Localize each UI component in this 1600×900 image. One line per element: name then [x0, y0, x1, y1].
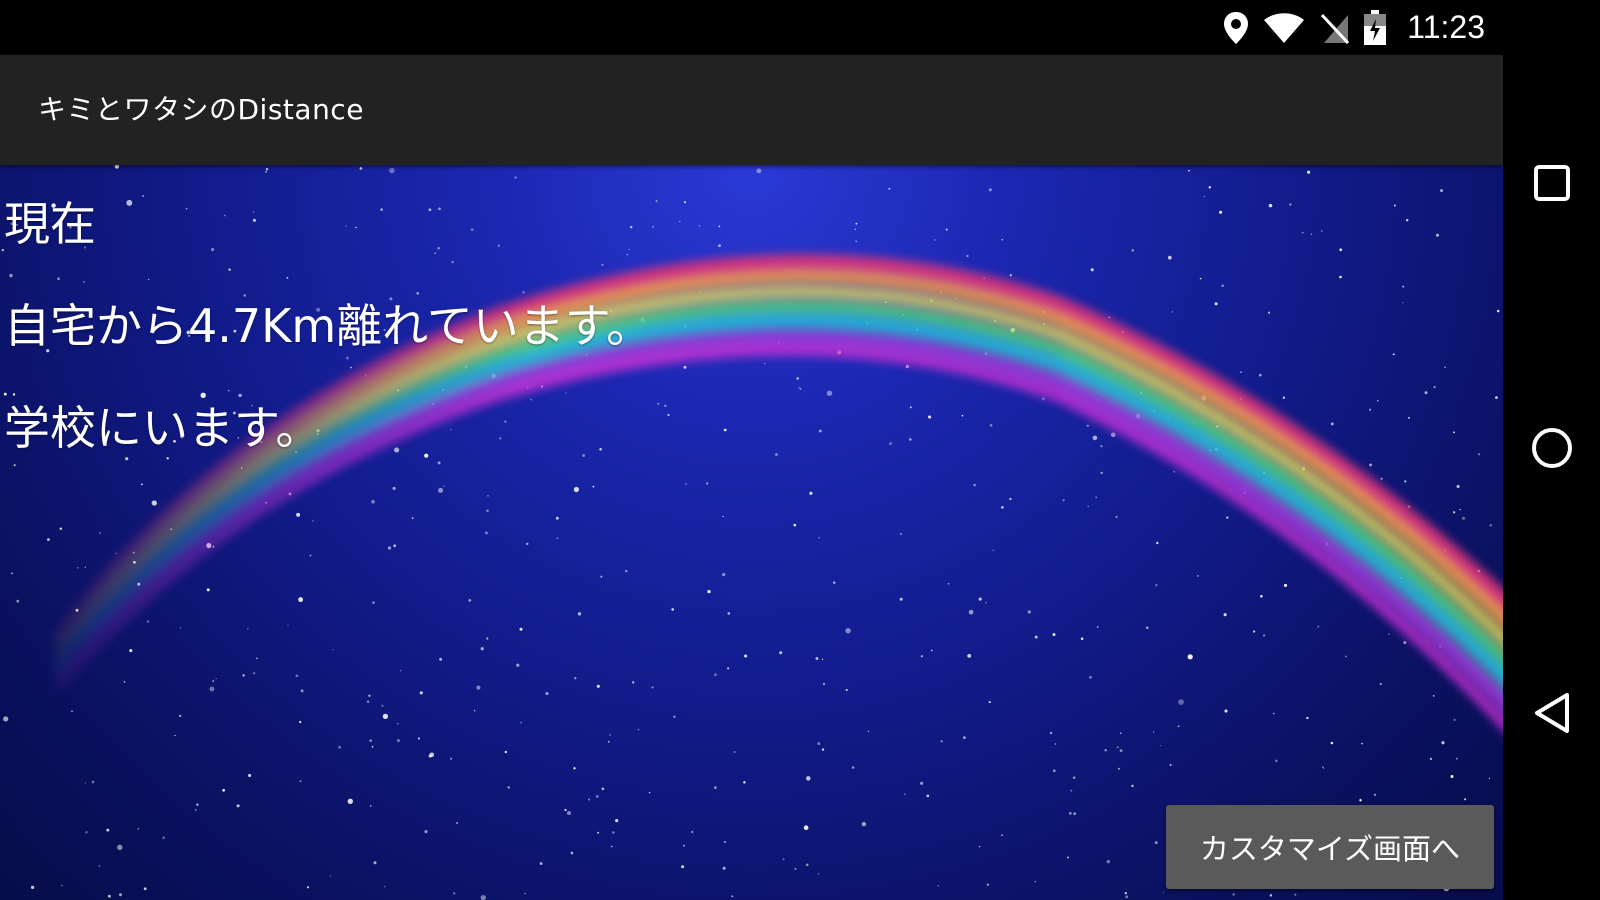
back-button[interactable] [1503, 655, 1600, 775]
battery-charging-icon [1363, 9, 1387, 46]
status-icons: 11:23 [1223, 0, 1485, 55]
home-button[interactable] [1503, 390, 1600, 510]
location-status-text: 学校にいます。 [4, 401, 322, 455]
app-bar: キミとワタシのDistance [0, 55, 1503, 165]
rainbow-background [52, 254, 1503, 731]
distance-text: 自宅から4.7Km離れています。 [4, 299, 653, 353]
status-bar: 11:23 [0, 0, 1503, 55]
recents-icon [1532, 163, 1572, 207]
main-content: 現在 自宅から4.7Km離れています。 学校にいます。 カスタマイズ画面へ [0, 165, 1503, 900]
recents-button[interactable] [1503, 125, 1600, 245]
location-icon [1223, 11, 1249, 45]
back-icon [1531, 690, 1573, 740]
status-time: 11:23 [1407, 9, 1485, 45]
current-label: 現在 [4, 197, 96, 251]
app-title: キミとワタシのDistance [38, 93, 364, 126]
customize-screen-button[interactable]: カスタマイズ画面へ [1166, 805, 1494, 889]
navigation-bar [1503, 0, 1600, 900]
home-icon [1529, 425, 1575, 475]
no-sim-icon [1319, 12, 1350, 44]
wifi-icon [1263, 12, 1305, 44]
